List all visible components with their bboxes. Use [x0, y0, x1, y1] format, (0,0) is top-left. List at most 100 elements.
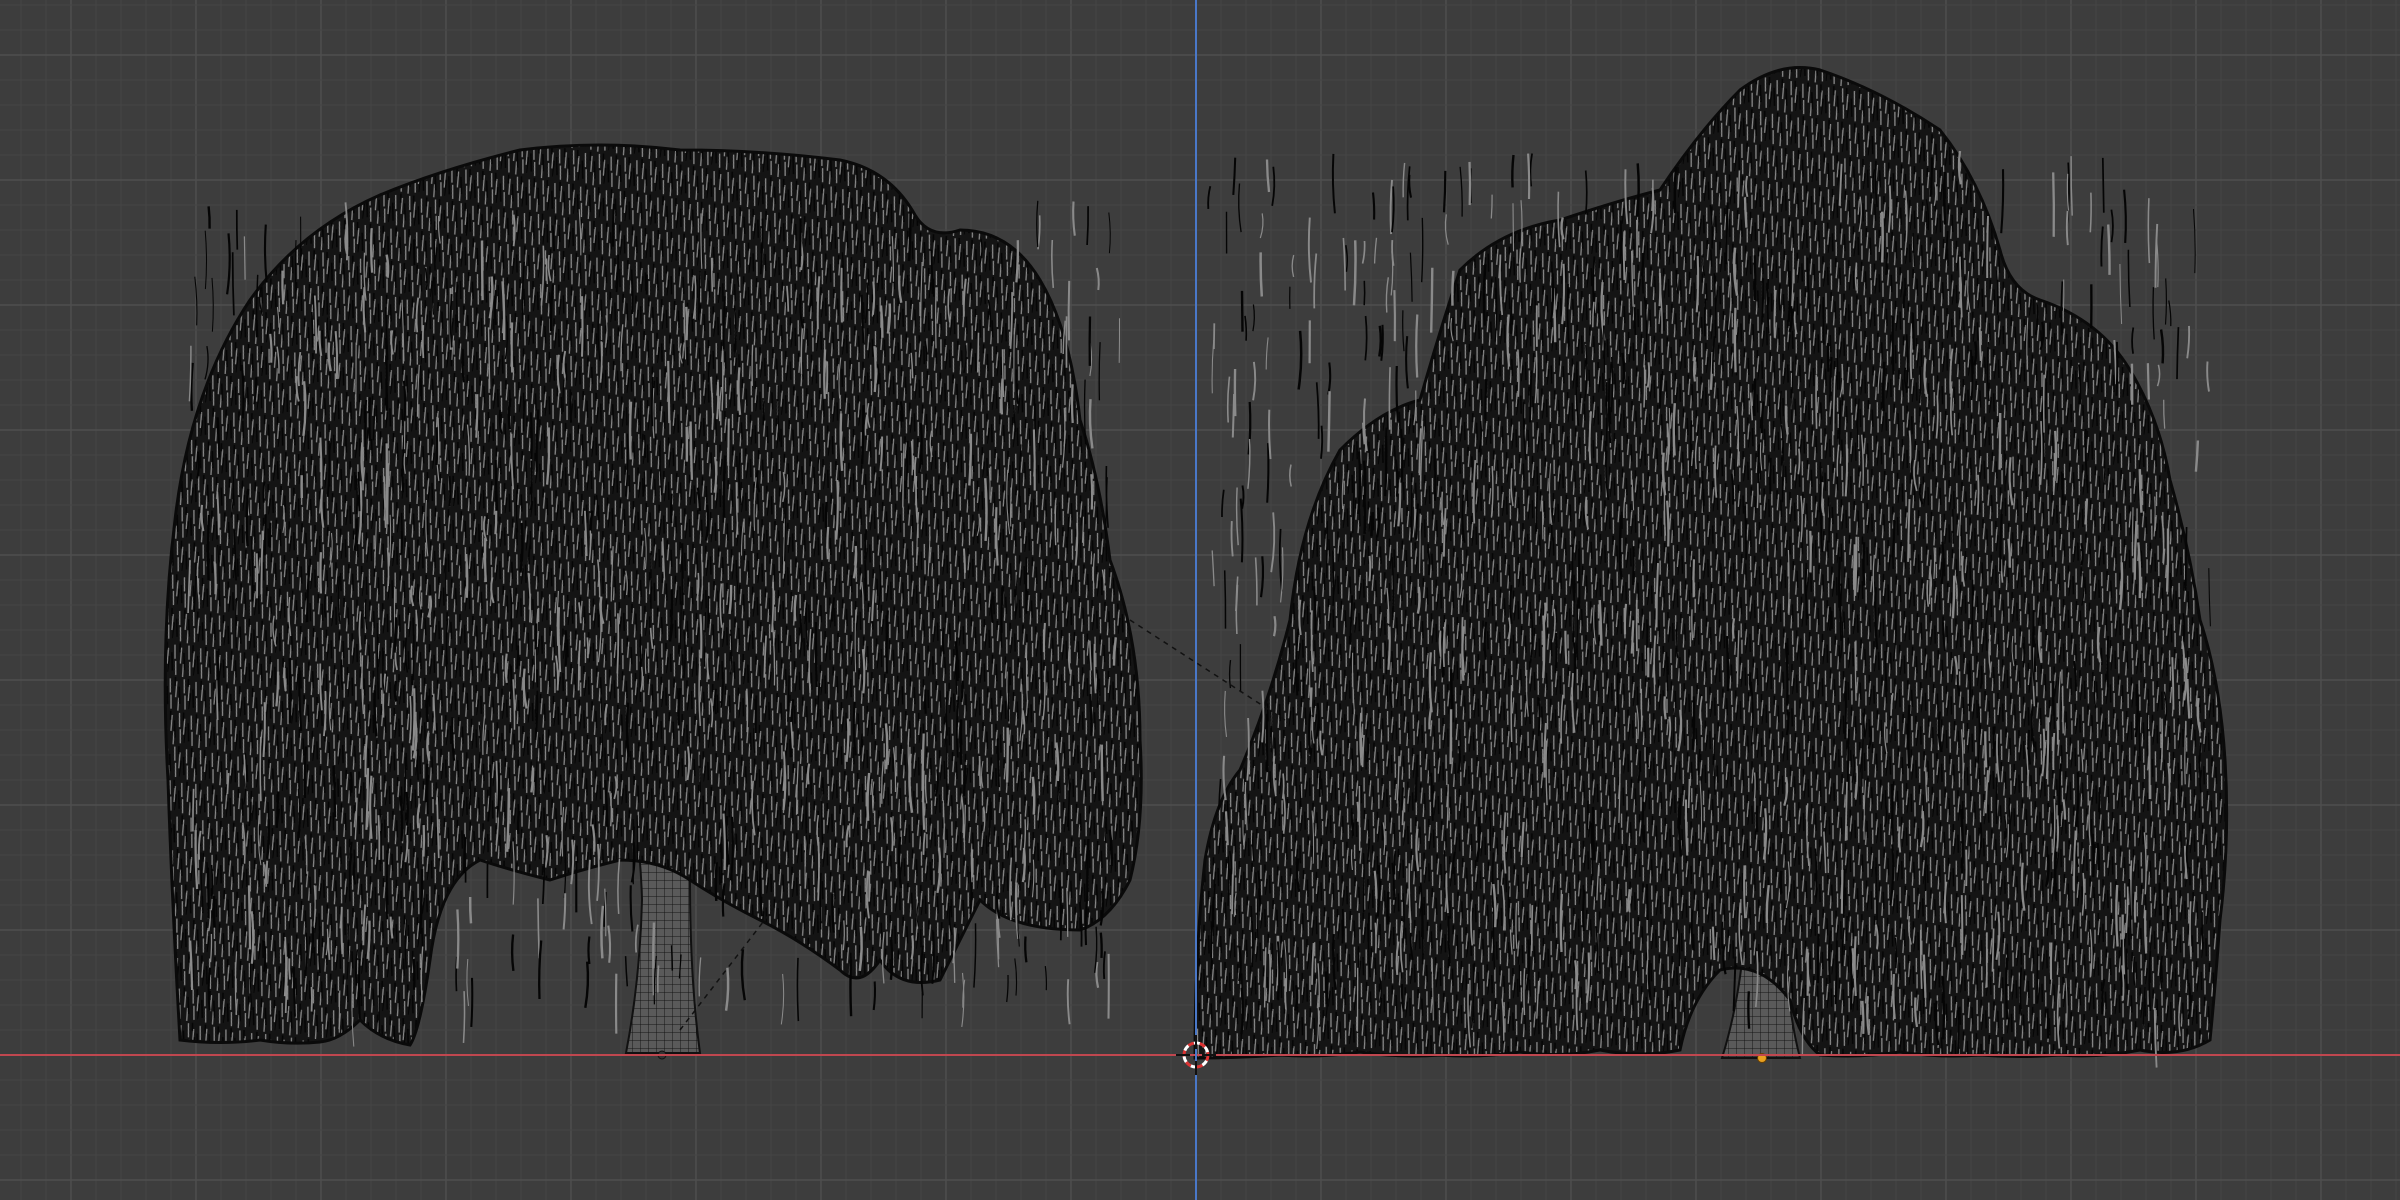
willow-strand	[405, 791, 409, 826]
willow-strand	[1259, 252, 1264, 297]
willow-strand	[2115, 341, 2119, 396]
willow-strand	[402, 380, 407, 421]
willow-strand	[1442, 170, 1447, 213]
willow-strand	[1395, 365, 1399, 422]
willow-strand	[1836, 349, 1839, 390]
willow-strand	[243, 236, 246, 280]
willow-strand	[1756, 483, 1759, 509]
willow-strand	[1511, 154, 1515, 188]
willow-strand	[1702, 470, 1704, 512]
willow-strand	[2127, 249, 2131, 308]
willow-strand	[889, 939, 894, 980]
willow-strand	[448, 475, 452, 507]
willow-strand	[2186, 325, 2191, 359]
willow-strand	[1032, 429, 1036, 491]
willow-strand	[1978, 327, 1982, 361]
willow-strand	[1014, 958, 1018, 996]
willow-strand	[1468, 161, 1472, 206]
willow-strand	[437, 417, 440, 465]
willow-strand	[1941, 976, 1946, 1040]
willow-strand	[386, 547, 390, 587]
willow-strand	[1960, 895, 1964, 955]
willow-strand	[385, 355, 389, 411]
willow-strand	[714, 688, 717, 715]
willow-strand	[456, 909, 460, 969]
willow-strand	[247, 885, 252, 950]
willow-strand	[1100, 744, 1104, 802]
willow-strand	[1919, 929, 1923, 989]
willow-strand	[1933, 547, 1936, 579]
willow-strand	[1265, 159, 1271, 193]
willow-strand	[1331, 153, 1336, 214]
willow-strand	[1658, 272, 1662, 307]
willow-strand	[616, 613, 620, 674]
willow-strand	[1911, 312, 1915, 350]
willow-strand	[468, 896, 473, 924]
willow-strand	[908, 211, 912, 262]
willow-strand	[1844, 444, 1848, 497]
willow-strand	[1818, 466, 1822, 513]
willow-strand	[1108, 212, 1111, 254]
willow-strand	[1537, 698, 1541, 737]
willow-strand	[667, 360, 671, 424]
willow-strand	[2101, 157, 2105, 213]
willow-strand	[1083, 379, 1087, 445]
willow-strand	[1421, 903, 1424, 956]
willow-strand	[1512, 203, 1515, 252]
willow-strand	[1891, 316, 1895, 375]
willow-strand	[259, 736, 262, 802]
willow-strand	[1235, 487, 1239, 546]
willow-strand	[670, 945, 674, 971]
willow-strand	[817, 841, 820, 901]
willow-strand	[1374, 922, 1377, 954]
willow-strand	[587, 936, 591, 965]
willow-strand	[2051, 681, 2056, 716]
willow-strand	[207, 206, 211, 229]
willow-strand	[263, 224, 268, 283]
willow-strand	[1088, 399, 1094, 449]
willow-strand	[1459, 166, 1463, 217]
willow-strand	[1574, 960, 1578, 990]
willow-strand	[1266, 443, 1270, 503]
willow-strand	[2056, 720, 2059, 745]
willow-strand	[1829, 356, 1833, 397]
willow-strand	[368, 397, 372, 441]
willow-strand	[226, 233, 231, 295]
willow-strand	[819, 872, 822, 930]
willow-strand	[512, 841, 515, 905]
willow-strand	[716, 381, 720, 420]
willow-strand	[1291, 254, 1295, 278]
willow-strand	[2154, 223, 2159, 288]
willow-strand	[1390, 251, 1394, 296]
willow-strand	[824, 501, 828, 529]
willow-strand	[1400, 787, 1404, 811]
willow-strand	[721, 350, 724, 411]
willow-strand	[2070, 156, 2073, 216]
willow-strand	[537, 898, 541, 959]
3d-viewport[interactable]	[0, 0, 2400, 1200]
willow-strand	[1942, 171, 1947, 225]
willow-strand	[1490, 194, 1493, 219]
willow-strand	[2100, 226, 2104, 267]
willow-strand	[1302, 676, 1306, 699]
willow-strand	[1430, 267, 1434, 333]
viewport-canvas[interactable]	[0, 0, 2400, 1200]
willow-strand	[1307, 217, 1312, 283]
willow-strand	[510, 934, 515, 972]
willow-strand	[470, 977, 474, 1027]
willow-strand	[1665, 500, 1670, 547]
willow-strand	[1240, 290, 1244, 332]
willow-strand	[963, 548, 966, 573]
willow-strand	[1222, 755, 1227, 801]
weeping-willow-left[interactable]	[163, 143, 1143, 1060]
willow-strand	[1031, 776, 1036, 815]
willow-strand	[1822, 296, 1825, 345]
willow-strand	[698, 957, 702, 997]
willow-strand	[685, 306, 689, 341]
willow-strand	[1731, 618, 1736, 639]
willow-strand	[466, 959, 470, 1006]
weeping-willow-right[interactable]	[1193, 66, 2229, 1068]
willow-strand	[1839, 583, 1843, 641]
willow-strand	[826, 526, 830, 560]
willow-strand	[1451, 270, 1455, 306]
